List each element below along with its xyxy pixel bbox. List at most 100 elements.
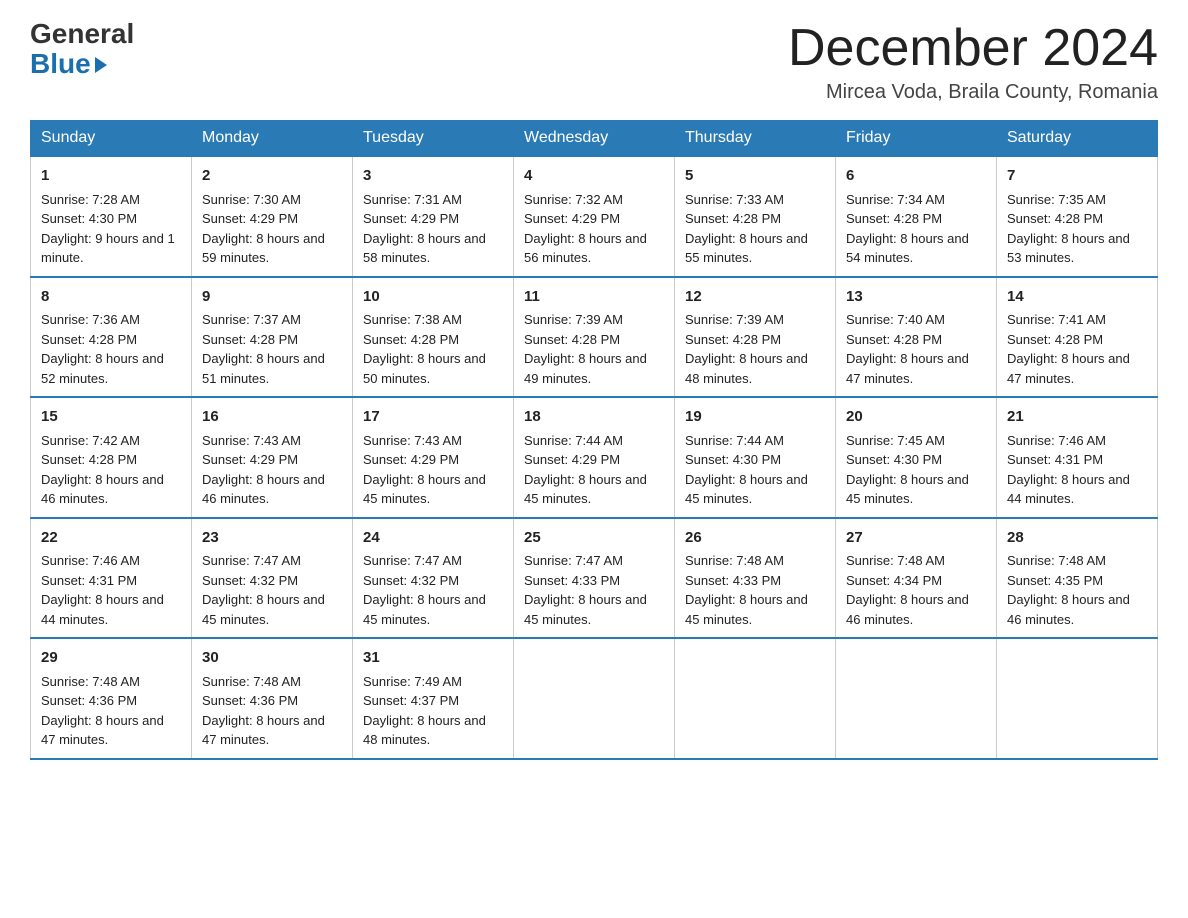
sunrise-text: Sunrise: 7:39 AM: [685, 310, 825, 330]
daylight-text: Daylight: 8 hours and 46 minutes.: [846, 590, 986, 629]
sunset-text: Sunset: 4:29 PM: [524, 209, 664, 229]
calendar-cell: 1Sunrise: 7:28 AMSunset: 4:30 PMDaylight…: [31, 156, 192, 277]
calendar-cell: 5Sunrise: 7:33 AMSunset: 4:28 PMDaylight…: [675, 156, 836, 277]
daylight-text: Daylight: 8 hours and 47 minutes.: [202, 711, 342, 750]
sunrise-text: Sunrise: 7:43 AM: [202, 431, 342, 451]
calendar-week-row: 15Sunrise: 7:42 AMSunset: 4:28 PMDayligh…: [31, 397, 1158, 518]
sunrise-text: Sunrise: 7:40 AM: [846, 310, 986, 330]
day-number: 24: [363, 527, 503, 550]
daylight-text: Daylight: 8 hours and 52 minutes.: [41, 349, 181, 388]
sunset-text: Sunset: 4:33 PM: [524, 571, 664, 591]
day-number: 18: [524, 406, 664, 429]
sunset-text: Sunset: 4:35 PM: [1007, 571, 1147, 591]
calendar-cell: 31Sunrise: 7:49 AMSunset: 4:37 PMDayligh…: [353, 638, 514, 759]
sunset-text: Sunset: 4:30 PM: [41, 209, 181, 229]
logo-general-text: General: [30, 20, 134, 48]
day-number: 9: [202, 286, 342, 309]
sunset-text: Sunset: 4:37 PM: [363, 691, 503, 711]
sunrise-text: Sunrise: 7:47 AM: [524, 551, 664, 571]
logo-blue-text: Blue: [30, 48, 107, 80]
daylight-text: Daylight: 8 hours and 45 minutes.: [363, 590, 503, 629]
sunrise-text: Sunrise: 7:48 AM: [685, 551, 825, 571]
sunset-text: Sunset: 4:28 PM: [1007, 330, 1147, 350]
sunrise-text: Sunrise: 7:48 AM: [41, 672, 181, 692]
sunset-text: Sunset: 4:28 PM: [1007, 209, 1147, 229]
day-number: 16: [202, 406, 342, 429]
sunset-text: Sunset: 4:28 PM: [202, 330, 342, 350]
sunset-text: Sunset: 4:29 PM: [363, 450, 503, 470]
calendar-cell: 27Sunrise: 7:48 AMSunset: 4:34 PMDayligh…: [836, 518, 997, 639]
daylight-text: Daylight: 8 hours and 45 minutes.: [524, 590, 664, 629]
daylight-text: Daylight: 8 hours and 58 minutes.: [363, 229, 503, 268]
calendar-cell: [675, 638, 836, 759]
daylight-text: Daylight: 8 hours and 47 minutes.: [846, 349, 986, 388]
daylight-text: Daylight: 8 hours and 45 minutes.: [202, 590, 342, 629]
sunrise-text: Sunrise: 7:32 AM: [524, 190, 664, 210]
calendar-week-row: 29Sunrise: 7:48 AMSunset: 4:36 PMDayligh…: [31, 638, 1158, 759]
day-number: 8: [41, 286, 181, 309]
calendar-cell: 17Sunrise: 7:43 AMSunset: 4:29 PMDayligh…: [353, 397, 514, 518]
day-number: 4: [524, 165, 664, 188]
sunrise-text: Sunrise: 7:47 AM: [202, 551, 342, 571]
sunset-text: Sunset: 4:28 PM: [685, 209, 825, 229]
sunrise-text: Sunrise: 7:46 AM: [1007, 431, 1147, 451]
calendar-cell: 14Sunrise: 7:41 AMSunset: 4:28 PMDayligh…: [997, 277, 1158, 398]
header-row: Sunday Monday Tuesday Wednesday Thursday…: [31, 121, 1158, 157]
calendar-cell: 2Sunrise: 7:30 AMSunset: 4:29 PMDaylight…: [192, 156, 353, 277]
calendar-cell: 16Sunrise: 7:43 AMSunset: 4:29 PMDayligh…: [192, 397, 353, 518]
sunset-text: Sunset: 4:28 PM: [846, 330, 986, 350]
daylight-text: Daylight: 8 hours and 51 minutes.: [202, 349, 342, 388]
sunset-text: Sunset: 4:32 PM: [202, 571, 342, 591]
calendar-cell: 19Sunrise: 7:44 AMSunset: 4:30 PMDayligh…: [675, 397, 836, 518]
col-saturday: Saturday: [997, 121, 1158, 157]
sunrise-text: Sunrise: 7:44 AM: [524, 431, 664, 451]
calendar-cell: 23Sunrise: 7:47 AMSunset: 4:32 PMDayligh…: [192, 518, 353, 639]
calendar-cell: [836, 638, 997, 759]
calendar-table: Sunday Monday Tuesday Wednesday Thursday…: [30, 120, 1158, 760]
calendar-cell: 30Sunrise: 7:48 AMSunset: 4:36 PMDayligh…: [192, 638, 353, 759]
sunset-text: Sunset: 4:33 PM: [685, 571, 825, 591]
calendar-cell: [997, 638, 1158, 759]
daylight-text: Daylight: 8 hours and 47 minutes.: [41, 711, 181, 750]
sunrise-text: Sunrise: 7:41 AM: [1007, 310, 1147, 330]
daylight-text: Daylight: 8 hours and 59 minutes.: [202, 229, 342, 268]
day-number: 6: [846, 165, 986, 188]
sunset-text: Sunset: 4:29 PM: [524, 450, 664, 470]
day-number: 12: [685, 286, 825, 309]
sunset-text: Sunset: 4:28 PM: [524, 330, 664, 350]
calendar-cell: 6Sunrise: 7:34 AMSunset: 4:28 PMDaylight…: [836, 156, 997, 277]
sunset-text: Sunset: 4:28 PM: [41, 330, 181, 350]
sunrise-text: Sunrise: 7:35 AM: [1007, 190, 1147, 210]
month-title: December 2024: [788, 20, 1158, 77]
sunset-text: Sunset: 4:31 PM: [1007, 450, 1147, 470]
day-number: 31: [363, 647, 503, 670]
day-number: 19: [685, 406, 825, 429]
daylight-text: Daylight: 8 hours and 53 minutes.: [1007, 229, 1147, 268]
calendar-cell: 8Sunrise: 7:36 AMSunset: 4:28 PMDaylight…: [31, 277, 192, 398]
day-number: 30: [202, 647, 342, 670]
calendar-cell: 7Sunrise: 7:35 AMSunset: 4:28 PMDaylight…: [997, 156, 1158, 277]
calendar-cell: 18Sunrise: 7:44 AMSunset: 4:29 PMDayligh…: [514, 397, 675, 518]
sunrise-text: Sunrise: 7:44 AM: [685, 431, 825, 451]
calendar-cell: 4Sunrise: 7:32 AMSunset: 4:29 PMDaylight…: [514, 156, 675, 277]
sunset-text: Sunset: 4:28 PM: [685, 330, 825, 350]
sunrise-text: Sunrise: 7:30 AM: [202, 190, 342, 210]
daylight-text: Daylight: 8 hours and 50 minutes.: [363, 349, 503, 388]
sunset-text: Sunset: 4:31 PM: [41, 571, 181, 591]
sunset-text: Sunset: 4:28 PM: [846, 209, 986, 229]
daylight-text: Daylight: 8 hours and 45 minutes.: [685, 590, 825, 629]
daylight-text: Daylight: 8 hours and 44 minutes.: [41, 590, 181, 629]
daylight-text: Daylight: 8 hours and 45 minutes.: [524, 470, 664, 509]
sunrise-text: Sunrise: 7:47 AM: [363, 551, 503, 571]
location-subtitle: Mircea Voda, Braila County, Romania: [788, 81, 1158, 104]
sunrise-text: Sunrise: 7:28 AM: [41, 190, 181, 210]
sunrise-text: Sunrise: 7:46 AM: [41, 551, 181, 571]
calendar-cell: 21Sunrise: 7:46 AMSunset: 4:31 PMDayligh…: [997, 397, 1158, 518]
logo-triangle-icon: [95, 57, 107, 73]
daylight-text: Daylight: 8 hours and 48 minutes.: [685, 349, 825, 388]
calendar-cell: 13Sunrise: 7:40 AMSunset: 4:28 PMDayligh…: [836, 277, 997, 398]
day-number: 3: [363, 165, 503, 188]
sunrise-text: Sunrise: 7:45 AM: [846, 431, 986, 451]
logo: General Blue: [30, 20, 134, 80]
title-block: December 2024 Mircea Voda, Braila County…: [788, 20, 1158, 104]
